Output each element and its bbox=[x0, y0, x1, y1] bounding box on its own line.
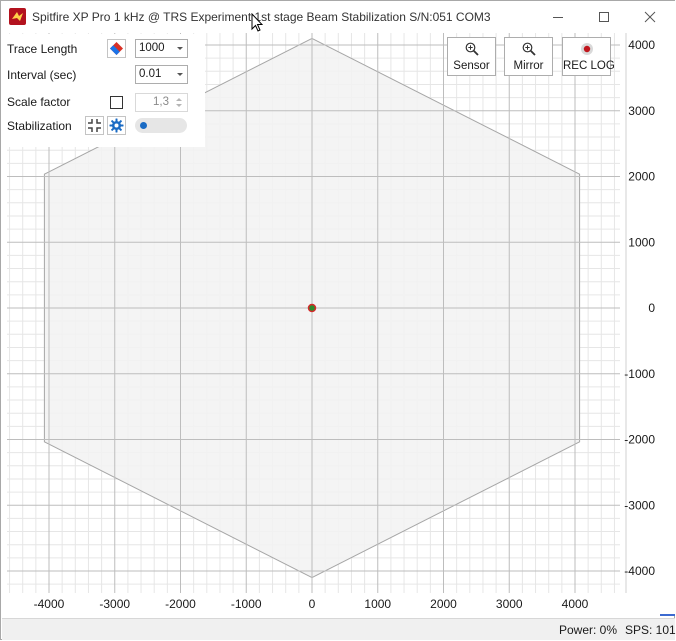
trace-length-select[interactable]: 1000 bbox=[135, 39, 188, 58]
y-tick-label: 2000 bbox=[628, 170, 655, 184]
zoom-in-icon bbox=[465, 42, 479, 56]
rec-log-label: REC LOG bbox=[563, 60, 615, 72]
y-tick-label: -2000 bbox=[624, 433, 655, 447]
x-tick-label: 4000 bbox=[562, 597, 589, 611]
center-target-icon bbox=[88, 119, 101, 132]
record-icon bbox=[580, 43, 593, 55]
x-tick-label: -4000 bbox=[34, 597, 65, 611]
spitfire-logo-icon bbox=[9, 8, 26, 25]
chevron-down-icon bbox=[177, 73, 183, 76]
interval-label: Interval (sec) bbox=[7, 68, 77, 82]
interval-select[interactable]: 0.01 bbox=[135, 65, 188, 84]
stepper-down-icon[interactable] bbox=[176, 104, 182, 107]
maximize-button[interactable] bbox=[581, 1, 627, 33]
close-icon bbox=[644, 11, 656, 23]
stabilization-label: Stabilization bbox=[7, 119, 72, 133]
control-panel: Trace Length 1000 Interval (sec) 0.01 Sc… bbox=[2, 34, 205, 147]
x-tick-label: -1000 bbox=[231, 597, 262, 611]
x-tick-label: 0 bbox=[309, 597, 316, 611]
zoom-in-icon bbox=[522, 42, 536, 56]
x-tick-label: -2000 bbox=[165, 597, 196, 611]
y-tick-label: 3000 bbox=[628, 104, 655, 118]
y-tick-label: 0 bbox=[648, 301, 655, 315]
x-tick-label: 2000 bbox=[430, 597, 457, 611]
scale-factor-stepper[interactable]: 1,3 bbox=[135, 93, 188, 112]
power-status: Power: 0% bbox=[559, 623, 618, 637]
sensor-label: Sensor bbox=[453, 60, 490, 72]
sps-status: SPS: 101 bbox=[625, 623, 676, 637]
mouse-cursor-icon bbox=[251, 13, 263, 32]
close-button[interactable] bbox=[627, 1, 673, 33]
stepper-up-icon[interactable] bbox=[176, 98, 182, 101]
gear-icon bbox=[109, 118, 124, 133]
chevron-down-icon bbox=[177, 47, 183, 50]
center-beam-button[interactable] bbox=[85, 116, 104, 135]
minimize-icon bbox=[553, 17, 563, 18]
x-tick-label: -3000 bbox=[99, 597, 130, 611]
status-accent-bar bbox=[660, 614, 675, 616]
sensor-zoom-button[interactable]: Sensor bbox=[447, 37, 496, 76]
trace-length-label: Trace Length bbox=[7, 42, 78, 56]
interval-value: 0.01 bbox=[139, 68, 162, 80]
y-tick-label: -1000 bbox=[624, 367, 655, 381]
y-tick-label: -4000 bbox=[624, 564, 655, 578]
toggle-knob bbox=[140, 122, 147, 129]
stabilization-toggle[interactable] bbox=[135, 118, 187, 133]
trace-length-value: 1000 bbox=[139, 42, 165, 54]
y-tick-label: 4000 bbox=[628, 38, 655, 52]
mirror-zoom-button[interactable]: Mirror bbox=[504, 37, 553, 76]
title-bar[interactable]: Spitfire XP Pro 1 kHz @ TRS Experiment 1… bbox=[1, 1, 675, 33]
maximize-icon bbox=[599, 12, 609, 22]
clear-trace-button[interactable] bbox=[107, 39, 126, 58]
status-bar: Power: 0% SPS: 101 bbox=[2, 618, 676, 640]
scale-factor-value: 1,3 bbox=[153, 96, 169, 108]
y-tick-label: -3000 bbox=[624, 498, 655, 512]
x-tick-label: 1000 bbox=[364, 597, 391, 611]
minimize-button[interactable] bbox=[535, 1, 581, 33]
y-tick-label: 1000 bbox=[628, 235, 655, 249]
rec-log-button[interactable]: REC LOG bbox=[562, 37, 615, 76]
mirror-label: Mirror bbox=[513, 60, 544, 72]
app-window: Spitfire XP Pro 1 kHz @ TRS Experiment 1… bbox=[0, 0, 676, 640]
stabilization-settings-button[interactable] bbox=[107, 116, 126, 135]
x-tick-label: 3000 bbox=[496, 597, 523, 611]
scale-factor-checkbox[interactable] bbox=[110, 96, 123, 109]
beam-position-point bbox=[307, 303, 317, 313]
scale-factor-label: Scale factor bbox=[7, 95, 71, 109]
clear-trace-eraser-icon bbox=[110, 42, 123, 55]
